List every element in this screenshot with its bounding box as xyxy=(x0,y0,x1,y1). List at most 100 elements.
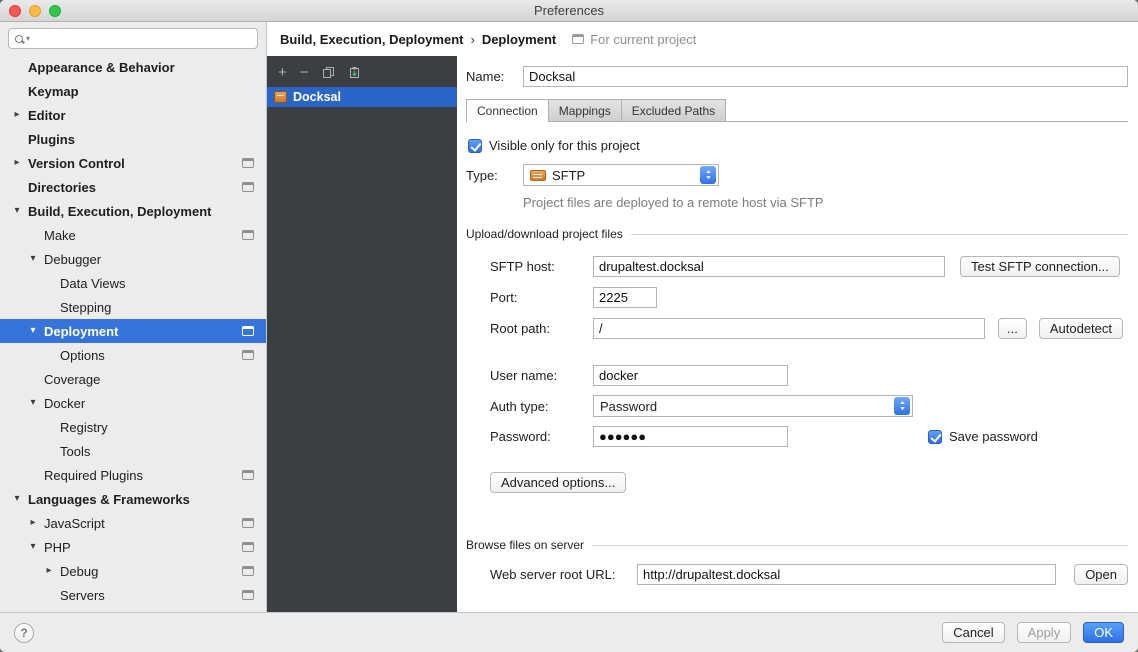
close-button[interactable] xyxy=(9,5,21,17)
project-scope-icon xyxy=(242,326,254,336)
chevron-down-icon[interactable]: ▾ xyxy=(6,494,28,504)
sidebar-item-required-plugins[interactable]: Required Plugins xyxy=(0,463,266,487)
project-scope-icon xyxy=(242,350,254,360)
chevron-down-icon[interactable]: ▾ xyxy=(22,254,44,264)
chevron-right-icon[interactable]: ▸ xyxy=(6,158,28,168)
sidebar-item-label: Tools xyxy=(60,444,90,459)
sidebar-item-build-execution-deployment[interactable]: ▾Build, Execution, Deployment xyxy=(0,199,266,223)
project-scope-icon xyxy=(242,158,254,168)
sidebar-item-php[interactable]: ▾PHP xyxy=(0,535,266,559)
minimize-button[interactable] xyxy=(29,5,41,17)
sidebar-item-coverage[interactable]: Coverage xyxy=(0,367,266,391)
sidebar-item-label: Debug xyxy=(60,564,98,579)
password-input[interactable] xyxy=(593,426,788,447)
breadcrumb-parent[interactable]: Build, Execution, Deployment xyxy=(280,32,463,47)
sidebar-item-deployment[interactable]: ▾Deployment xyxy=(0,319,266,343)
chevron-right-icon[interactable]: ▸ xyxy=(38,566,60,576)
project-scope-icon xyxy=(572,34,584,44)
sidebar-item-label: PHP xyxy=(44,540,71,555)
port-input[interactable] xyxy=(593,287,657,308)
type-help-text: Project files are deployed to a remote h… xyxy=(466,195,1128,210)
tab-excluded-paths[interactable]: Excluded Paths xyxy=(621,99,726,121)
test-connection-button[interactable]: Test SFTP connection... xyxy=(960,256,1120,277)
type-select[interactable]: SFTP ▲▼ xyxy=(523,164,719,186)
web-root-label: Web server root URL: xyxy=(490,567,637,582)
sidebar-item-registry[interactable]: Registry xyxy=(0,415,266,439)
sidebar-item-javascript[interactable]: ▸JavaScript xyxy=(0,511,266,535)
sidebar-item-label: Languages & Frameworks xyxy=(28,492,190,507)
settings-sidebar: ▾ Appearance & Behavior Keymap ▸Editor Plug… xyxy=(0,22,267,612)
chevron-down-icon[interactable]: ▾ xyxy=(22,542,44,552)
import-server-icon[interactable] xyxy=(348,66,361,79)
help-button[interactable]: ? xyxy=(14,623,34,643)
chevron-right-icon[interactable]: ▸ xyxy=(22,518,44,528)
sidebar-item-directories[interactable]: Directories xyxy=(0,175,266,199)
sidebar-item-debugger[interactable]: ▾Debugger xyxy=(0,247,266,271)
sidebar-item-label: Servers xyxy=(60,588,105,603)
user-name-label: User name: xyxy=(490,368,593,383)
section-divider xyxy=(631,234,1128,235)
autodetect-button[interactable]: Autodetect xyxy=(1039,318,1123,339)
auth-type-select[interactable]: Password ▲▼ xyxy=(593,395,913,417)
web-root-input[interactable] xyxy=(637,564,1056,585)
sftp-host-label: SFTP host: xyxy=(490,259,593,274)
sidebar-item-languages-frameworks[interactable]: ▾Languages & Frameworks xyxy=(0,487,266,511)
type-value: SFTP xyxy=(552,168,694,183)
sidebar-item-servers[interactable]: Servers xyxy=(0,583,266,607)
sidebar-item-editor[interactable]: ▸Editor xyxy=(0,103,266,127)
name-input[interactable] xyxy=(523,66,1128,87)
sidebar-item-plugins[interactable]: Plugins xyxy=(0,127,266,151)
open-button[interactable]: Open xyxy=(1074,564,1128,585)
server-item-docksal[interactable]: Docksal xyxy=(267,87,457,107)
copy-server-icon[interactable] xyxy=(322,66,335,79)
browse-root-button[interactable]: ... xyxy=(998,318,1027,339)
sidebar-item-label: Plugins xyxy=(28,132,75,147)
sidebar-item-label: JavaScript xyxy=(44,516,105,531)
sidebar-item-data-views[interactable]: Data Views xyxy=(0,271,266,295)
sidebar-item-debug[interactable]: ▸Debug xyxy=(0,559,266,583)
sidebar-item-options[interactable]: Options xyxy=(0,343,266,367)
tab-connection[interactable]: Connection xyxy=(466,99,549,122)
search-history-chevron-icon[interactable]: ▾ xyxy=(26,35,30,43)
chevron-down-icon[interactable]: ▾ xyxy=(6,206,28,216)
sidebar-item-label: Data Views xyxy=(60,276,126,291)
chevron-down-icon[interactable]: ▾ xyxy=(22,326,44,336)
root-path-input[interactable] xyxy=(593,318,985,339)
sidebar-item-keymap[interactable]: Keymap xyxy=(0,79,266,103)
sidebar-item-label: Build, Execution, Deployment xyxy=(28,204,211,219)
zoom-button[interactable] xyxy=(49,5,61,17)
tab-bar: Connection Mappings Excluded Paths xyxy=(466,99,1128,122)
tab-mappings[interactable]: Mappings xyxy=(548,99,622,121)
sftp-host-input[interactable] xyxy=(593,256,945,277)
port-label: Port: xyxy=(490,290,593,305)
sidebar-item-tools[interactable]: Tools xyxy=(0,439,266,463)
sidebar-item-appearance-behavior[interactable]: Appearance & Behavior xyxy=(0,55,266,79)
remove-server-button[interactable]: − xyxy=(300,65,309,80)
sidebar-item-stepping[interactable]: Stepping xyxy=(0,295,266,319)
apply-button[interactable]: Apply xyxy=(1017,622,1072,643)
content-area: Build, Execution, Deployment › Deploymen… xyxy=(267,22,1138,612)
user-name-input[interactable] xyxy=(593,365,788,386)
ok-button[interactable]: OK xyxy=(1083,622,1124,643)
sidebar-item-version-control[interactable]: ▸Version Control xyxy=(0,151,266,175)
sidebar-item-docker[interactable]: ▾Docker xyxy=(0,391,266,415)
visible-only-checkbox[interactable] xyxy=(468,139,482,153)
chevron-down-icon[interactable]: ▾ xyxy=(22,398,44,408)
section-divider xyxy=(592,545,1128,546)
server-item-label: Docksal xyxy=(293,90,341,104)
titlebar[interactable]: Preferences xyxy=(0,0,1138,22)
cancel-button[interactable]: Cancel xyxy=(942,622,1004,643)
auth-type-label: Auth type: xyxy=(490,399,593,414)
sidebar-item-label: Make xyxy=(44,228,76,243)
settings-search-input[interactable]: ▾ xyxy=(8,28,258,49)
sidebar-item-label: Deployment xyxy=(44,324,118,339)
chevron-right-icon[interactable]: ▸ xyxy=(6,110,28,120)
advanced-options-button[interactable]: Advanced options... xyxy=(490,472,626,493)
sidebar-item-label: Required Plugins xyxy=(44,468,143,483)
settings-tree: Appearance & Behavior Keymap ▸Editor Plugin… xyxy=(0,49,266,612)
sidebar-item-label: Keymap xyxy=(28,84,79,99)
sidebar-item-make[interactable]: Make xyxy=(0,223,266,247)
root-path-label: Root path: xyxy=(490,321,593,336)
add-server-button[interactable]: + xyxy=(278,65,287,80)
save-password-checkbox[interactable] xyxy=(928,430,942,444)
